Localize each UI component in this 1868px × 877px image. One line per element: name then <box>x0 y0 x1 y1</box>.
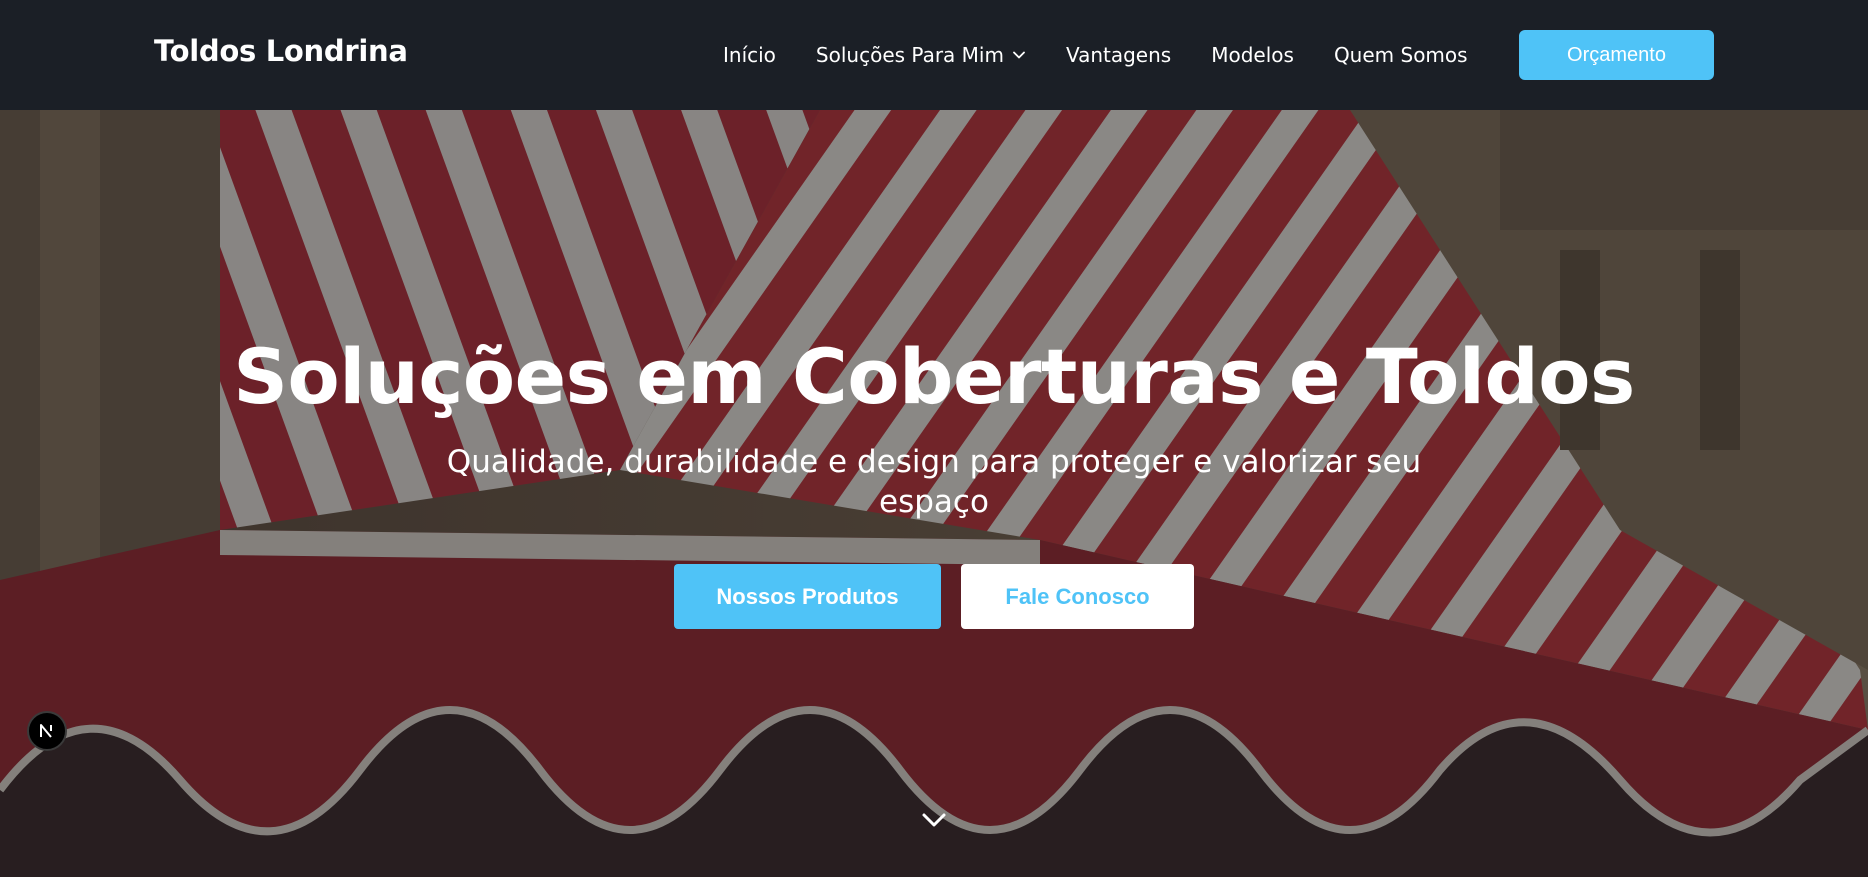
nextjs-n-glyph <box>40 724 52 738</box>
fale-conosco-button[interactable]: Fale Conosco <box>961 564 1194 629</box>
hero-subtitle: Qualidade, durabilidade e design para pr… <box>446 444 1422 520</box>
orcamento-button[interactable]: Orçamento <box>1519 30 1714 80</box>
top-navbar: Toldos Londrina Início Soluções Para Mim… <box>0 0 1868 110</box>
nav-link-vantagens[interactable]: Vantagens <box>1066 43 1171 67</box>
nossos-produtos-button[interactable]: Nossos Produtos <box>674 564 941 629</box>
nav-link-quem-somos[interactable]: Quem Somos <box>1334 43 1468 67</box>
nextjs-logo-icon[interactable] <box>27 711 67 751</box>
nav-link-solucoes-label: Soluções Para Mim <box>815 43 1004 67</box>
main-nav: Início Soluções Para Mim Vantagens Model… <box>723 0 1468 110</box>
chevron-down-icon[interactable] <box>918 808 950 832</box>
hero-title: Soluções em Coberturas e Toldos <box>233 332 1635 421</box>
brand-logo[interactable]: Toldos Londrina <box>154 34 408 68</box>
hero-section: Soluções em Coberturas e Toldos Qualidad… <box>0 110 1868 877</box>
nav-link-solucoes[interactable]: Soluções Para Mim <box>816 43 1026 67</box>
nav-link-modelos[interactable]: Modelos <box>1211 43 1294 67</box>
chevron-down-icon <box>1013 51 1025 59</box>
nav-link-inicio[interactable]: Início <box>723 43 776 67</box>
